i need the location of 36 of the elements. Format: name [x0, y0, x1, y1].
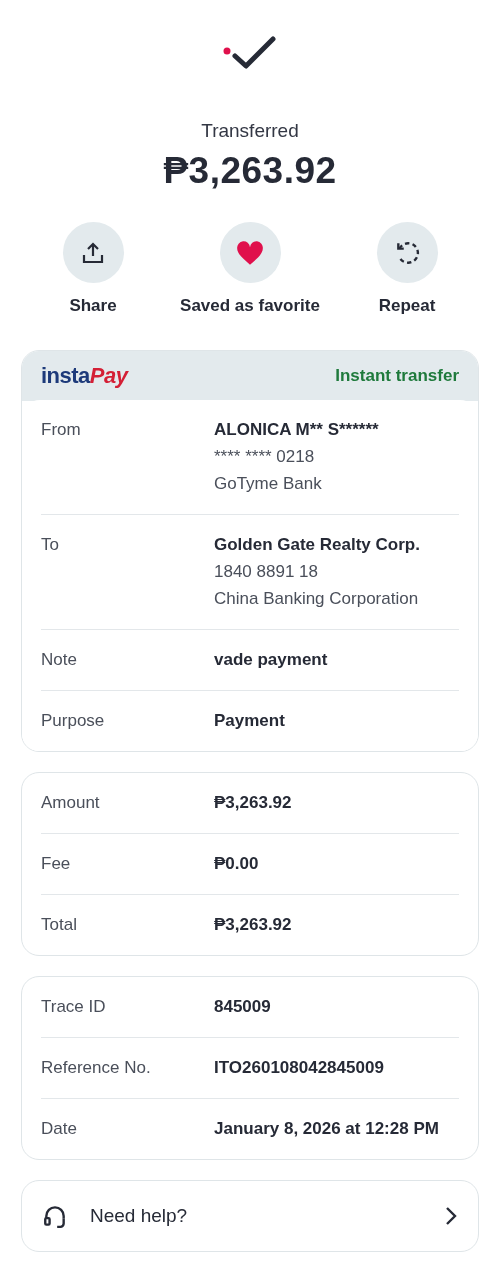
field-value: ₱0.00: [214, 853, 259, 875]
field-label: Reference No.: [41, 1057, 152, 1079]
field-detail: 1840 8891 18: [214, 561, 319, 583]
chevron-right-icon: [444, 1205, 458, 1227]
transfer-type: Instant transfer: [335, 366, 459, 386]
field-label: Purpose: [41, 710, 106, 732]
field-label: Amount: [41, 792, 101, 814]
field-label: From: [41, 419, 82, 441]
field-label: To: [41, 534, 60, 556]
field-value: 845009: [214, 996, 271, 1018]
field-label: Trace ID: [41, 996, 107, 1018]
instapay-logo: instaPay: [41, 363, 128, 389]
field-value: ₱3,263.92: [214, 914, 292, 936]
field-value: Payment: [214, 710, 285, 732]
field-value: January 8, 2026 at 12:28 PM: [214, 1118, 439, 1140]
headset-icon: [42, 1203, 68, 1229]
repeat-button[interactable]: Repeat: [329, 222, 485, 316]
field-detail: **** **** 0218: [214, 446, 316, 468]
share-icon: [81, 240, 105, 265]
repeat-icon: [394, 239, 420, 266]
field-label: Total: [41, 914, 78, 936]
field-label: Note: [41, 649, 78, 671]
favorite-button[interactable]: Saved as favorite: [172, 222, 328, 316]
field-detail: GoTyme Bank: [214, 473, 323, 495]
share-button[interactable]: Share: [15, 222, 171, 316]
help-button[interactable]: Need help?: [21, 1180, 479, 1252]
field-value: ₱3,263.92: [214, 792, 292, 814]
field-label: Fee: [41, 853, 72, 875]
field-label: Date: [41, 1118, 78, 1140]
status-title: Transferred: [201, 120, 299, 142]
field-detail: China Banking Corporation: [214, 588, 420, 610]
transfer-amount: ₱3,263.92: [163, 150, 337, 192]
field-value: ITO260108042845009: [214, 1057, 384, 1079]
field-value: Golden Gate Realty Corp.: [214, 534, 420, 556]
field-value: vade payment: [214, 649, 328, 671]
field-value: ALONICA M** S******: [214, 419, 379, 441]
